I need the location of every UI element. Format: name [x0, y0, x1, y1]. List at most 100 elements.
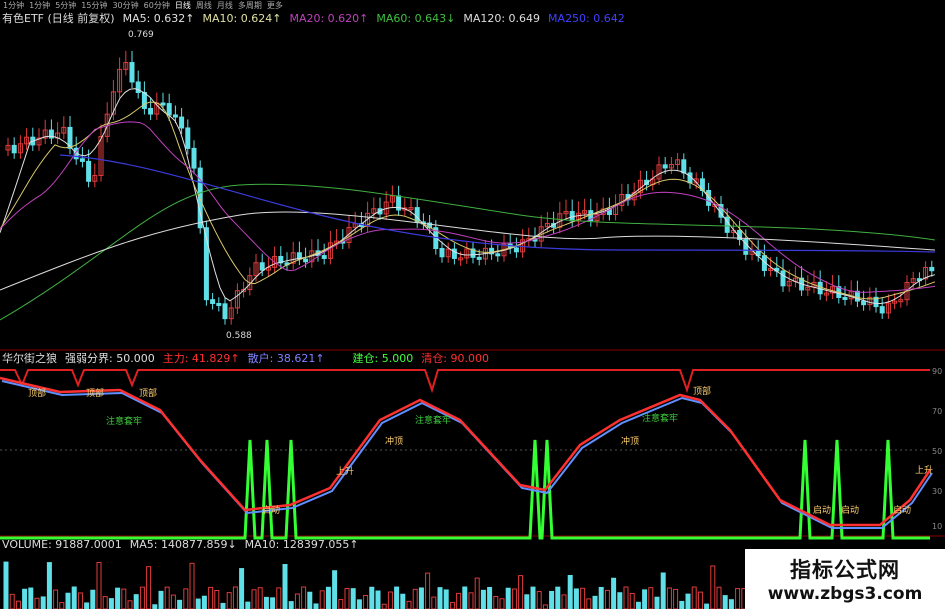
volume-bar	[524, 594, 530, 609]
label-start-3: 启动	[841, 506, 860, 516]
volume-bar	[65, 592, 71, 609]
volume-bar	[40, 596, 46, 609]
volume-bar	[406, 600, 412, 609]
volume-bar	[133, 594, 139, 609]
axis-tick: 30	[932, 487, 943, 496]
ma5-line	[0, 88, 936, 305]
candle-body	[259, 262, 265, 271]
candle-body	[495, 253, 501, 257]
volume-bar	[573, 588, 579, 609]
axis-tick: 90	[932, 367, 943, 376]
label-care-3: 注意套牢	[642, 414, 679, 424]
volume-bar	[412, 588, 418, 609]
volume-bar	[84, 602, 90, 609]
build-signal	[0, 439, 930, 540]
volume-bar	[170, 594, 176, 609]
volume-bar	[722, 595, 728, 609]
label-start-1: 启动	[262, 506, 281, 516]
label-start-2: 启动	[813, 506, 832, 516]
label-care-2: 注意套牢	[415, 416, 452, 426]
volume-bar	[146, 566, 152, 609]
volume-bar	[9, 593, 15, 609]
axis-tick: 70	[932, 407, 943, 416]
volume-bar	[425, 572, 431, 609]
ma250-line	[59, 154, 936, 253]
volume-bar	[164, 586, 170, 609]
volume-bar	[369, 586, 375, 609]
volume-bar	[46, 562, 52, 609]
volume-bar	[549, 590, 555, 609]
volume-bar	[487, 586, 493, 609]
volume-bar	[232, 586, 238, 609]
candle-body	[854, 290, 860, 302]
volume-bar	[108, 598, 114, 609]
volume-bar	[381, 603, 387, 609]
volume-bar	[394, 586, 400, 609]
main-force-line	[0, 376, 932, 527]
candle-body	[86, 160, 92, 182]
volume-bar	[121, 588, 127, 609]
volume-bar	[332, 570, 338, 609]
volume-bar	[431, 596, 437, 609]
volume-bar	[642, 589, 648, 609]
volume-bar	[660, 572, 666, 609]
volume-bar	[418, 587, 424, 609]
volume-bar	[245, 601, 251, 609]
volume-bar	[555, 586, 561, 609]
volume-bar	[307, 591, 313, 609]
volume-bar	[115, 587, 121, 609]
label-rise-1: 上升	[336, 467, 355, 477]
volume-bar	[189, 562, 195, 609]
candle-body	[172, 114, 178, 118]
candle-body	[879, 306, 885, 314]
volume-bar	[338, 599, 344, 609]
volume-bar	[177, 599, 183, 609]
volume-bar	[493, 595, 499, 609]
volume-bar	[511, 588, 517, 609]
candle-body	[79, 158, 85, 162]
volume-bar	[276, 587, 282, 609]
volume-bar	[127, 600, 133, 609]
label-top-2: 顶部	[86, 389, 105, 399]
volume-bar	[53, 589, 59, 609]
ma60-line	[0, 183, 936, 321]
volume-bar	[623, 586, 629, 609]
volume-bar	[567, 574, 573, 609]
volume-bar	[518, 575, 524, 609]
candle-body	[148, 107, 154, 115]
volume-bar	[499, 598, 505, 609]
volume-bar	[363, 594, 369, 609]
volume-bar	[611, 577, 617, 609]
volume-bar	[635, 601, 641, 609]
volume-bar	[319, 590, 325, 609]
volume-bar	[666, 587, 672, 609]
volume-bar	[96, 562, 102, 609]
volume-bar	[586, 598, 592, 609]
chart-canvas[interactable]	[0, 0, 945, 609]
volume-bar	[542, 604, 548, 609]
candle-body	[303, 258, 309, 263]
volume-bar	[325, 586, 331, 609]
volume-bar	[679, 600, 685, 609]
volume-bar	[530, 586, 536, 609]
volume-bar	[598, 586, 604, 609]
candle-body	[179, 116, 185, 129]
candle-body	[842, 296, 848, 300]
volume-bar	[301, 586, 307, 609]
candle-body	[185, 127, 191, 149]
candle-body	[11, 144, 17, 154]
volume-bar	[90, 589, 96, 609]
volume-bar	[313, 603, 319, 609]
volume-bar	[139, 586, 145, 609]
volume-bar	[183, 588, 189, 609]
label-surge-2: 冲顶	[621, 437, 640, 447]
candle-body	[513, 247, 519, 253]
candle-body	[861, 300, 867, 306]
volume-bar	[77, 592, 83, 609]
volume-bar	[3, 561, 9, 609]
volume-bar	[294, 593, 300, 609]
volume-bar	[195, 598, 201, 609]
volume-bar	[356, 599, 362, 609]
volume-bar	[201, 595, 207, 609]
volume-bar	[697, 591, 703, 609]
